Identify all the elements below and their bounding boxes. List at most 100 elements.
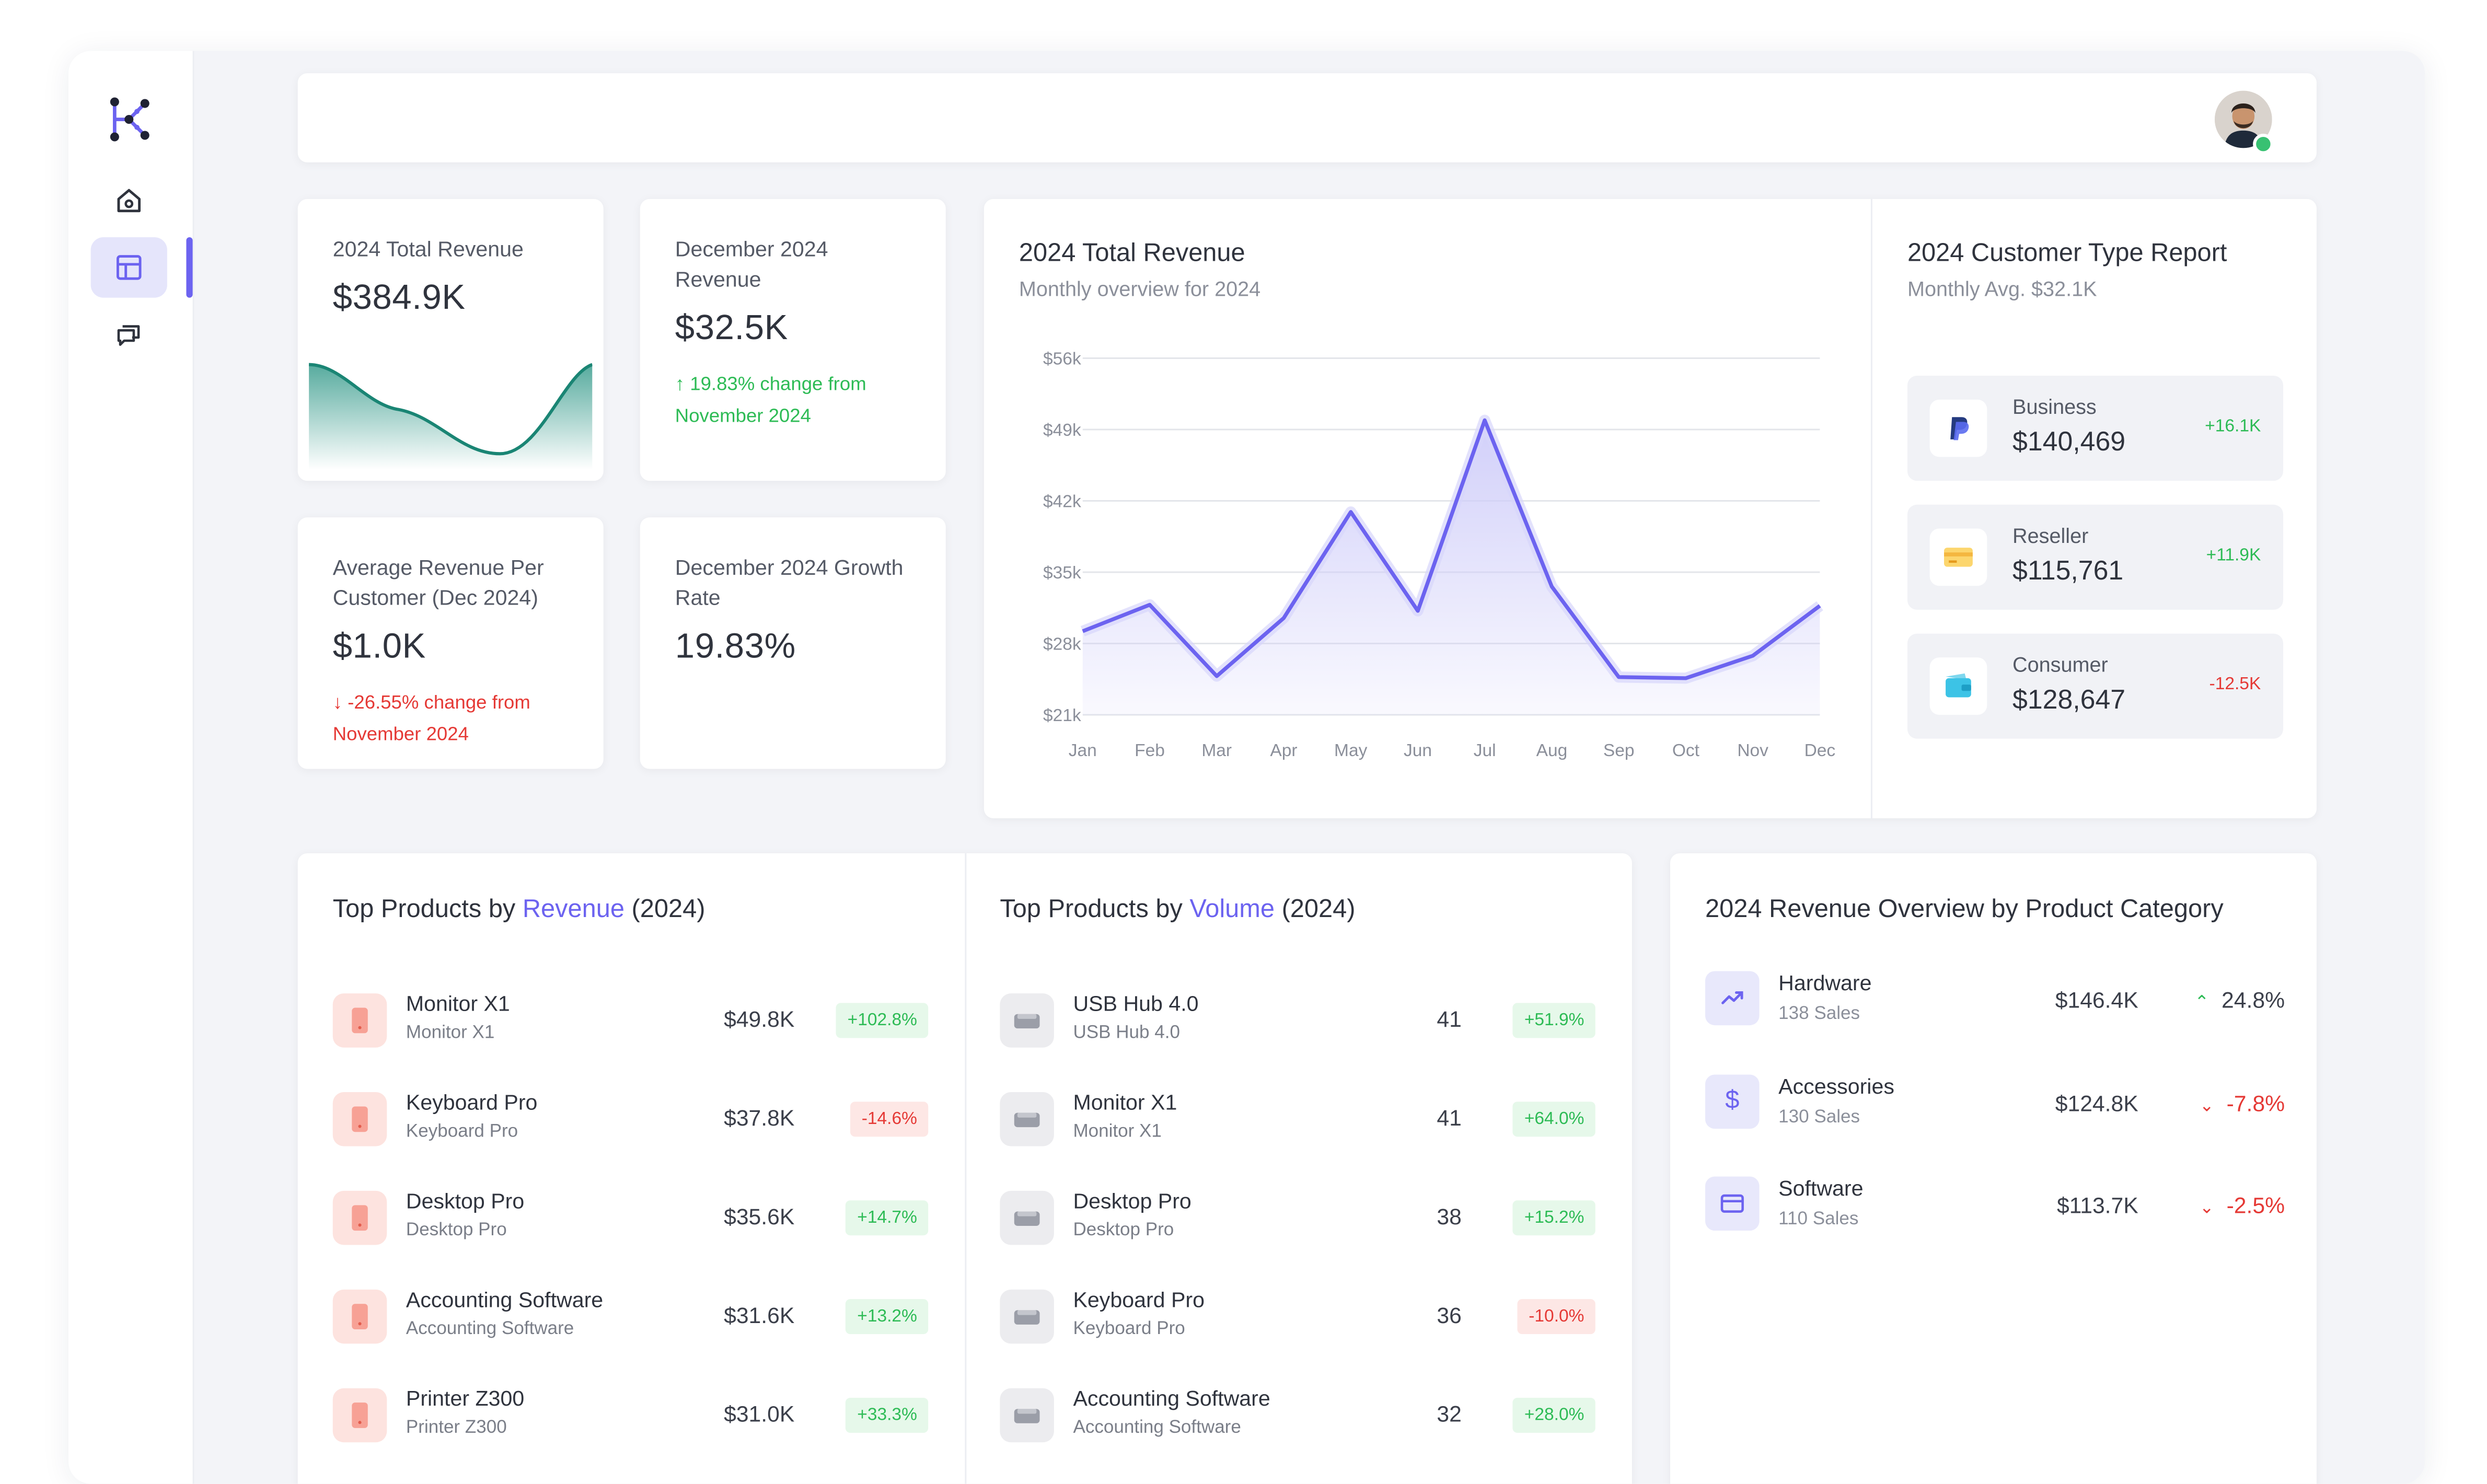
customer-type-change: -12.5K — [2209, 675, 2261, 694]
nav-messages-button[interactable] — [91, 304, 167, 365]
phone-icon — [332, 993, 387, 1048]
device-icon — [1000, 1388, 1054, 1443]
customer-type-value: $140,469 — [2012, 426, 2126, 457]
kpi-change: ↑ 19.83% change from November 2024 — [675, 368, 911, 432]
customer-row-consumer[interactable]: Consumer $128,647 -12.5K — [1907, 633, 2283, 739]
product-name: Monitor X1 — [406, 992, 510, 1016]
product-row[interactable]: Accounting Software Accounting Software 32… — [1000, 1382, 1599, 1452]
product-row[interactable]: Accounting Software Accounting Software $3… — [332, 1283, 932, 1353]
product-row[interactable]: Keyboard Pro Keyboard Pro $37.8K -14.6% — [332, 1086, 932, 1156]
category-value: $124.8K — [2055, 1090, 2138, 1116]
product-name: Accounting Software — [406, 1288, 604, 1312]
customer-type-name: Consumer — [2012, 653, 2108, 677]
title-highlight: Volume — [1189, 896, 1275, 924]
nav-home-button[interactable] — [91, 170, 167, 231]
customer-type-report: 2024 Customer Type Report Monthly Avg. $… — [1872, 199, 2317, 818]
phone-icon — [332, 1388, 387, 1443]
kpi-growth-rate: December 2024 Growth Rate 19.83% — [640, 517, 946, 769]
category-change: ⌄ -2.5% — [2200, 1192, 2285, 1218]
x-tick-label: Apr — [1270, 741, 1297, 760]
chevron-up-icon: ⌃ — [2194, 993, 2210, 1013]
y-tick-label: $35k — [1043, 563, 1081, 583]
revenue-panel: 2024 Total Revenue Monthly overview for … — [984, 199, 2317, 819]
product-name: Keyboard Pro — [406, 1090, 538, 1115]
category-row-hardware[interactable]: Hardware 138 Sales $146.4K ⌃ 24.8% — [1705, 971, 2285, 1041]
x-tick-label: Nov — [1737, 741, 1768, 760]
paypal-icon — [1929, 399, 1987, 457]
section-title: Top Products by Revenue (2024) — [333, 896, 705, 925]
product-row[interactable]: Keyboard Pro Keyboard Pro 36 -10.0% — [1000, 1283, 1599, 1353]
kpi-change-text: 19.83% change from November 2024 — [675, 372, 866, 427]
trend-up-icon — [1705, 971, 1760, 1026]
product-subtitle: Desktop Pro — [406, 1221, 507, 1240]
device-icon — [1000, 1190, 1054, 1245]
title-prefix: Top Products by — [1000, 896, 1190, 924]
product-name: Accounting Software — [1073, 1386, 1270, 1411]
chevron-down-icon: ⌄ — [2199, 1097, 2214, 1116]
change-badge: +28.0% — [1513, 1398, 1595, 1433]
revenue-sparkline — [309, 363, 593, 470]
device-icon — [1000, 1289, 1054, 1344]
dashboard-layout-icon — [117, 255, 142, 280]
kpi-value: $384.9K — [332, 277, 466, 317]
category-overview-panel: 2024 Revenue Overview by Product Categor… — [1670, 853, 2317, 1484]
kpi-label: Average Revenue Per Customer (Dec 2024) — [332, 555, 544, 610]
device-icon — [1000, 1092, 1054, 1146]
kpi-label: 2024 Total Revenue — [332, 237, 524, 261]
category-sales: 110 Sales — [1778, 1210, 1859, 1230]
product-subtitle: Monitor X1 — [1073, 1122, 1162, 1142]
category-row-software[interactable]: Software 110 Sales $113.7K ⌄ -2.5% — [1705, 1176, 2285, 1247]
online-status-dot — [2253, 133, 2274, 155]
kpi-change-text: -26.55% change from November 2024 — [332, 691, 530, 745]
phone-icon — [332, 1092, 387, 1146]
product-revenue: $31.6K — [724, 1302, 795, 1328]
category-change-value: -7.8% — [2226, 1090, 2285, 1116]
product-row[interactable]: USB Hub 4.0 USB Hub 4.0 41 +51.9% — [1000, 987, 1599, 1057]
product-subtitle: Printer Z300 — [406, 1418, 507, 1438]
customer-type-value: $128,647 — [2012, 685, 2126, 715]
product-row[interactable]: Printer Z300 Printer Z300 $31.0K +33.3% — [332, 1382, 932, 1452]
top-bar — [297, 73, 2317, 163]
category-row-accessories[interactable]: $ Accessories 130 Sales $124.8K ⌄ -7.8% — [1705, 1074, 2285, 1145]
title-prefix: Top Products by — [332, 896, 523, 924]
product-volume: 41 — [1437, 1105, 1462, 1131]
product-name: Desktop Pro — [1073, 1189, 1192, 1213]
customer-type-name: Business — [2012, 395, 2097, 419]
section-title: 2024 Revenue Overview by Product Categor… — [1705, 896, 2224, 924]
change-badge: +13.2% — [846, 1299, 929, 1335]
category-change: ⌃ 24.8% — [2194, 987, 2285, 1013]
x-tick-label: Oct — [1672, 741, 1700, 760]
wallet-icon — [1929, 657, 1987, 715]
product-subtitle: Keyboard Pro — [406, 1122, 518, 1142]
y-tick-label: $28k — [1043, 635, 1081, 654]
sidebar — [68, 51, 194, 1484]
top-products-by-revenue: Top Products by Revenue (2024) Monitor X… — [298, 853, 965, 1483]
active-indicator — [186, 237, 193, 298]
product-row[interactable]: Monitor X1 Monitor X1 $49.8K +102.8% — [332, 987, 932, 1057]
category-sales: 138 Sales — [1778, 1004, 1860, 1024]
product-row[interactable]: Desktop Pro Desktop Pro 38 +15.2% — [1000, 1185, 1599, 1255]
nav-dashboard-button[interactable] — [90, 237, 167, 298]
y-tick-label: $56k — [1043, 350, 1081, 369]
title-highlight: Revenue — [522, 896, 624, 924]
chevron-down-icon: ⌄ — [2199, 1199, 2214, 1218]
change-badge: +102.8% — [836, 1003, 929, 1038]
x-tick-label: May — [1334, 741, 1368, 760]
product-subtitle: Accounting Software — [406, 1319, 574, 1339]
phone-icon — [332, 1190, 387, 1245]
product-name: Printer Z300 — [406, 1386, 525, 1411]
product-row[interactable]: Desktop Pro Desktop Pro $35.6K +14.7% — [332, 1185, 932, 1255]
product-name: USB Hub 4.0 — [1073, 992, 1199, 1016]
product-row[interactable]: Monitor X1 Monitor X1 41 +64.0% — [1000, 1086, 1599, 1156]
x-tick-label: Feb — [1135, 741, 1165, 760]
product-subtitle: Monitor X1 — [406, 1024, 495, 1043]
customer-row-business[interactable]: Business $140,469 +16.1K — [1907, 376, 2283, 481]
kpi-total-revenue: 2024 Total Revenue $384.9K — [297, 199, 604, 481]
kpi-december-revenue: December 2024 Revenue $32.5K ↑ 19.83% ch… — [640, 199, 946, 481]
y-tick-label: $42k — [1043, 492, 1081, 512]
x-tick-label: Aug — [1536, 741, 1568, 760]
customer-row-reseller[interactable]: Reseller $115,761 +11.9K — [1907, 504, 2283, 610]
change-badge: +15.2% — [1513, 1200, 1595, 1236]
credit-card-icon — [1705, 1176, 1760, 1231]
app-logo[interactable] — [107, 96, 154, 143]
